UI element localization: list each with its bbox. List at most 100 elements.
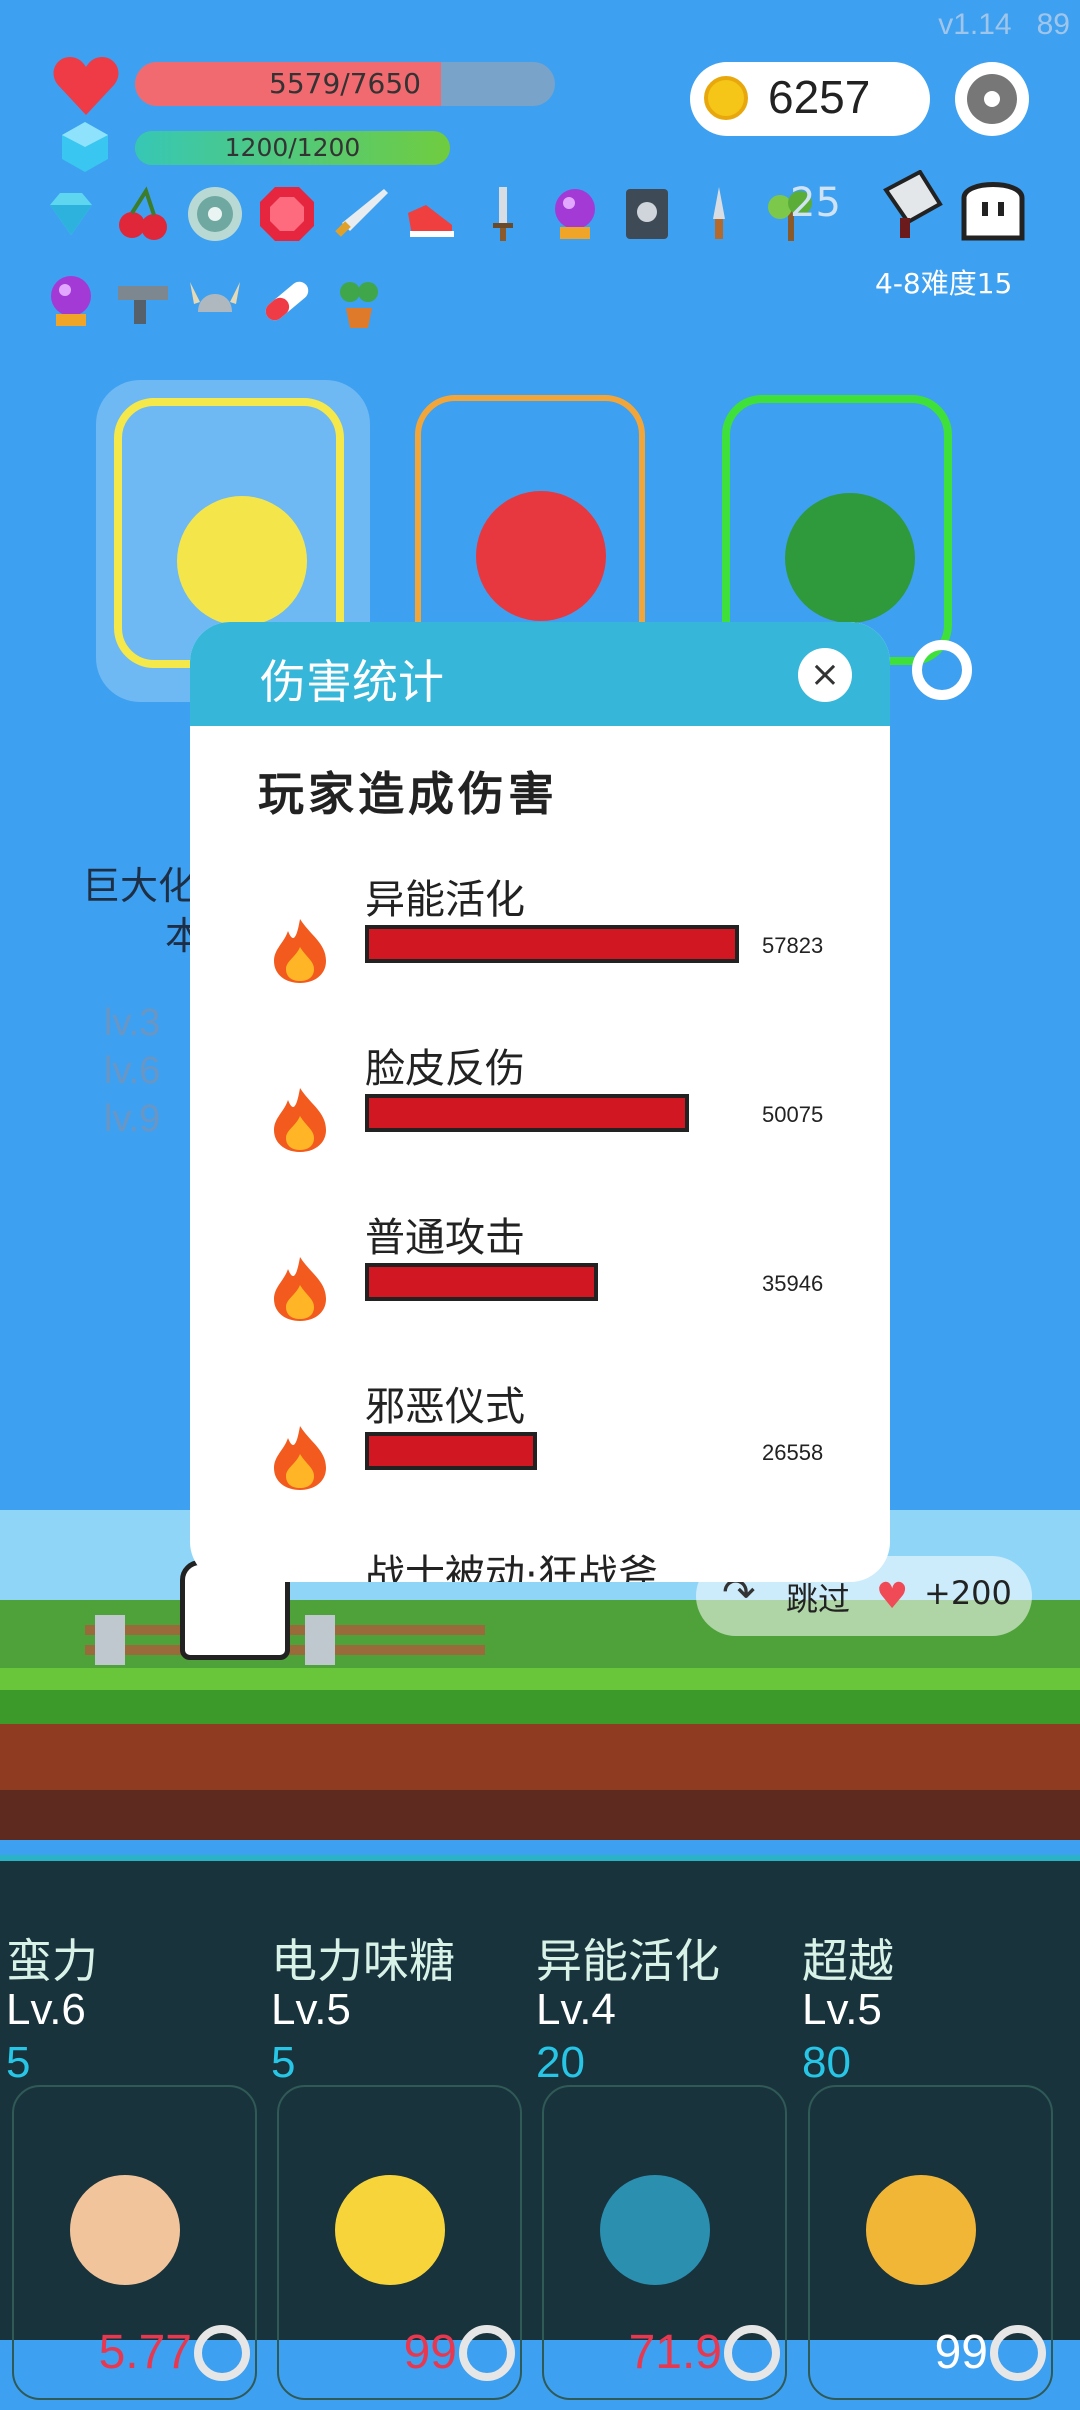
damage-bar [365, 925, 739, 963]
item-count: 25 [790, 180, 841, 226]
skill-value: 5 [271, 2038, 296, 2087]
scene-dirt-deep [0, 1790, 1080, 1840]
damage-source-name: 普通攻击 [365, 1215, 525, 1261]
skill-number: 99 [934, 2326, 988, 2379]
skill-upgrade-icon[interactable] [990, 2325, 1046, 2381]
skill-name: 蛮力 [6, 1934, 98, 1988]
coin-icon [704, 76, 748, 120]
skill-number: 71.9 [628, 2326, 722, 2379]
stage-label: 4-8难度15 [875, 267, 1013, 300]
disc-icon[interactable] [186, 185, 244, 243]
coin-value: 6257 [768, 71, 871, 123]
damage-value: 50075 [762, 1102, 824, 1127]
sneaker-icon[interactable] [402, 185, 460, 243]
damage-source-name: 脸皮反伤 [365, 1046, 525, 1092]
damage-value: 26558 [762, 1440, 824, 1465]
coin-counter: 6257 [690, 62, 930, 136]
hp-bar: 5579/7650 [135, 62, 555, 106]
skull-book-icon[interactable] [618, 185, 676, 243]
skill-level: Lv.5 [802, 1985, 882, 2034]
dialog-header: 伤害统计 × [190, 622, 890, 726]
heart-icon: ♥ [876, 1576, 909, 1617]
pill-icon[interactable] [258, 272, 316, 330]
damage-row: 邪恶仪式 26558 [190, 1374, 890, 1524]
potion-icon [476, 491, 606, 621]
crosshair-icon [600, 2175, 710, 2285]
damage-bar [365, 1094, 689, 1132]
hp-text: 5579/7650 [269, 67, 421, 100]
heart-icon [52, 55, 120, 117]
lollipop-icon [335, 2175, 445, 2285]
damage-row: 战士被动·狂战斧 [190, 1542, 890, 1582]
skip-reward: +200 [924, 1574, 1012, 1612]
sword-icon[interactable] [330, 185, 388, 243]
mp-text: 1200/1200 [224, 133, 361, 162]
damage-source-name: 邪恶仪式 [365, 1384, 525, 1430]
damage-bar [365, 1263, 598, 1301]
skill-panel-border [0, 1855, 1080, 1861]
item-row-1 [42, 185, 862, 255]
scene-grass-shadow [0, 1690, 1080, 1724]
skill-level: Lv.4 [536, 1985, 616, 2034]
diamond-icon[interactable] [42, 185, 100, 243]
damage-source-name: 战士被动·狂战斧 [365, 1552, 658, 1582]
damage-value: 35946 [762, 1271, 824, 1296]
dialog-title: 伤害统计 [260, 655, 444, 709]
crystal-ball-icon[interactable] [42, 272, 100, 330]
fps-label: 89 [1036, 8, 1070, 41]
damage-value: 57823 [762, 933, 824, 958]
skill-card-3[interactable]: 异能活化 Lv.4 20 71.9 [530, 1925, 792, 2410]
damage-bar [365, 1432, 537, 1470]
skill-name: 电力味糖 [271, 1934, 455, 1988]
uzi-icon[interactable] [114, 272, 172, 330]
damage-row: 脸皮反伤 50075 [190, 1036, 890, 1186]
skill-upgrade-icon[interactable] [194, 2325, 250, 2381]
ghost-icon [958, 172, 1028, 242]
skill-name: 异能活化 [536, 1934, 720, 1988]
dagger-icon[interactable] [474, 185, 532, 243]
gear-icon [967, 74, 1017, 124]
hourglass-icon [866, 2175, 976, 2285]
card-desc-line1: 巨大化 [82, 864, 197, 908]
skill-number: 99 [403, 2326, 457, 2379]
level-line-3: lv.9 [104, 1098, 161, 1140]
skill-upgrade-icon[interactable] [724, 2325, 780, 2381]
skill-name: 超越 [802, 1934, 894, 1988]
skill-level: Lv.5 [271, 1985, 351, 2034]
fist-icon [177, 496, 307, 626]
refresh-icon[interactable] [912, 640, 972, 700]
knife-icon[interactable] [690, 185, 748, 243]
flame-icon [270, 1424, 330, 1490]
skill-card-4[interactable]: 超越 Lv.5 80 99 [796, 1925, 1058, 2410]
level-line-1: lv.3 [104, 1002, 161, 1044]
skill-value: 5 [6, 2038, 31, 2087]
flame-icon [270, 1255, 330, 1321]
snake-icon [785, 493, 915, 623]
skill-card-2[interactable]: 电力味糖 Lv.5 5 99 [265, 1925, 527, 2410]
skill-card-1[interactable]: 蛮力 Lv.6 5 5.77 [0, 1925, 262, 2410]
skill-value: 20 [536, 2038, 585, 2087]
flame-icon [270, 917, 330, 983]
close-button[interactable]: × [798, 648, 852, 702]
skill-level: Lv.6 [6, 1985, 86, 2034]
settings-gear-button[interactable] [955, 62, 1029, 136]
ruby-icon[interactable] [258, 185, 316, 243]
flame-icon [270, 1086, 330, 1152]
mp-bar: 1200/1200 [135, 131, 450, 165]
damage-row: 异能活化 57823 [190, 867, 890, 1017]
cherry-icon[interactable] [114, 185, 172, 243]
mana-crystal-icon [62, 122, 108, 172]
skill-value: 80 [802, 2038, 851, 2087]
potted-plant-icon[interactable] [330, 272, 388, 330]
skill-upgrade-icon[interactable] [459, 2325, 515, 2381]
level-line-2: lv.6 [104, 1050, 161, 1092]
crystal-ball-icon[interactable] [546, 185, 604, 243]
skill-number: 5.77 [98, 2326, 192, 2379]
damage-stats-dialog: 伤害统计 × 玩家造成伤害 异能活化 57823 脸皮反伤 50075 普通攻击 3594… [190, 622, 890, 1582]
cleaver-icon [880, 169, 950, 240]
damage-row: 普通攻击 35946 [190, 1205, 890, 1355]
viking-helmet-icon[interactable] [186, 272, 244, 330]
dialog-subtitle: 玩家造成伤害 [258, 767, 558, 821]
version-label: v1.14 89 [938, 8, 1070, 41]
damage-source-name: 异能活化 [365, 877, 525, 923]
